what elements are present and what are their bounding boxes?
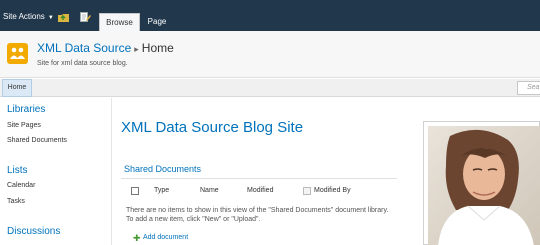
page-name: Home	[141, 41, 174, 55]
title-area: XML Data Source ▸ Home Site for xml data s…	[0, 31, 540, 78]
column-header-checkbox	[303, 187, 311, 195]
woman-photo-icon	[428, 126, 540, 245]
column-header-modified[interactable]: Modified	[247, 187, 273, 194]
breadcrumb: XML Data Source ▸ Home	[37, 41, 174, 55]
webpart-title-shared-documents[interactable]: Shared Documents	[124, 164, 201, 174]
tab-page[interactable]: Page	[142, 13, 172, 31]
empty-list-message: There are no items to show in this view …	[126, 207, 389, 223]
site-actions-label: Site Actions	[3, 12, 45, 21]
chevron-down-icon: ▼	[47, 15, 54, 21]
tab-browse-label: Browse	[106, 18, 133, 27]
quick-launch: Libraries Site Pages Shared Documents Li…	[0, 98, 112, 245]
column-header-modified-by[interactable]: Modified By	[314, 187, 351, 194]
ql-item-calendar[interactable]: Calendar	[7, 182, 35, 189]
navigate-up-icon[interactable]	[58, 12, 69, 22]
tab-page-label: Page	[147, 17, 167, 26]
page-title: XML Data Source Blog Site	[121, 119, 304, 136]
site-photo	[428, 126, 540, 245]
divider	[121, 178, 397, 179]
ql-heading-libraries[interactable]: Libraries	[7, 104, 45, 115]
column-header-name[interactable]: Name	[200, 187, 219, 194]
ql-item-shared-documents[interactable]: Shared Documents	[7, 137, 67, 144]
add-icon[interactable]: ✚	[133, 234, 141, 243]
site-logo-icon[interactable]	[7, 43, 28, 64]
ql-heading-discussions[interactable]: Discussions	[7, 226, 60, 237]
people-icon	[10, 47, 25, 59]
ql-item-site-pages[interactable]: Site Pages	[7, 122, 41, 129]
edit-page-icon[interactable]	[80, 12, 91, 22]
site-description: Site for xml data source blog.	[37, 60, 128, 67]
add-document-link[interactable]: Add document	[143, 234, 188, 241]
tab-browse[interactable]: Browse	[99, 13, 140, 31]
breadcrumb-separator-icon: ▸	[134, 44, 139, 54]
top-navigation: Home Sea	[0, 79, 540, 97]
search-input[interactable]: Sea	[517, 81, 540, 95]
site-actions-menu[interactable]: Site Actions ▼	[3, 12, 54, 21]
ql-item-tasks[interactable]: Tasks	[7, 198, 25, 205]
image-webpart	[423, 121, 540, 245]
column-header-type[interactable]: Type	[154, 187, 169, 194]
select-all-checkbox[interactable]	[131, 187, 139, 195]
nav-home-tab[interactable]: Home	[2, 79, 32, 97]
site-name-link[interactable]: XML Data Source	[37, 41, 131, 55]
ribbon-bar: Site Actions ▼ Browse Page	[0, 0, 540, 31]
ql-heading-lists[interactable]: Lists	[7, 165, 28, 176]
